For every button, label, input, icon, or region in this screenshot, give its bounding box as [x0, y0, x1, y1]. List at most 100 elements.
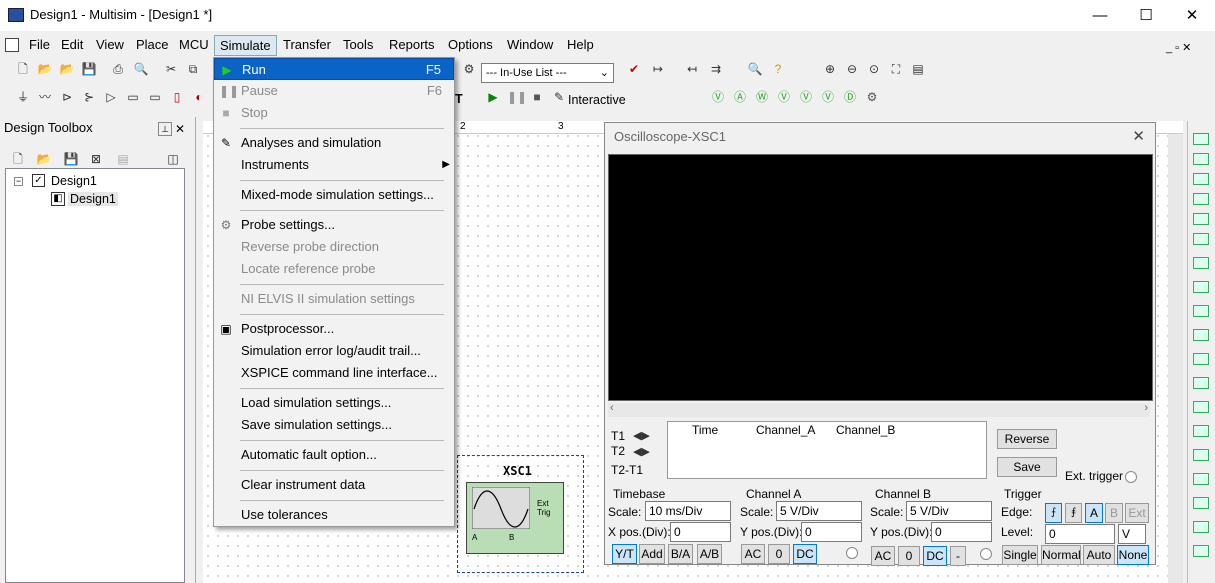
function-generator-icon[interactable] [1193, 153, 1209, 165]
menu-xspice[interactable]: XSPICE command line interface... [214, 362, 454, 384]
trigger-level-input[interactable]: 0 [1045, 524, 1115, 544]
back-annotate-icon[interactable]: ↤ [684, 61, 700, 77]
cmos-icon[interactable]: ▭ [147, 89, 163, 105]
probe-vi-icon[interactable]: Ⓥ [798, 89, 814, 105]
trigger-level-unit[interactable]: V [1118, 524, 1146, 544]
wattmeter-icon[interactable] [1193, 173, 1209, 185]
full-screen-icon[interactable]: ▤ [910, 61, 926, 77]
menu-use-tolerances[interactable]: Use tolerances [214, 504, 454, 526]
menu-error-log[interactable]: Simulation error log/audit trail... [214, 340, 454, 362]
menu-simulate[interactable]: Simulate [214, 35, 277, 56]
menu-ni-elvis[interactable]: NI ELVIS II simulation settings [214, 288, 454, 310]
probe-ref-icon[interactable]: Ⓥ [820, 89, 836, 105]
probe-diff-icon[interactable]: Ⓥ [776, 89, 792, 105]
basic-icon[interactable]: 〰 [37, 89, 53, 105]
reverse-button[interactable]: Reverse [997, 429, 1057, 449]
maximize-button[interactable]: ☐ [1123, 0, 1169, 31]
trigger-a-button[interactable]: A [1085, 503, 1103, 523]
zoom-area-icon[interactable]: ⊙ [866, 61, 882, 77]
forward-annotate-icon[interactable]: ↦ [650, 61, 666, 77]
menu-help[interactable]: Help [567, 37, 594, 52]
in-use-list-dropdown[interactable]: --- In-Use List --- ⌄ [481, 63, 614, 83]
probe-current-icon[interactable]: Ⓐ [732, 89, 748, 105]
scope-hscroll[interactable]: ‹ › [608, 402, 1150, 417]
channel-a-ac-button[interactable]: AC [741, 544, 765, 564]
none-button[interactable]: None [1117, 545, 1149, 565]
menu-tools[interactable]: Tools [343, 37, 373, 52]
channel-b-zero-button[interactable]: 0 [898, 546, 920, 566]
save-button[interactable]: Save [997, 457, 1057, 477]
menu-analyses[interactable]: ✎ Analyses and simulation [214, 132, 454, 154]
oscilloscope-close-icon[interactable]: ✕ [1132, 127, 1145, 145]
menu-mixed-mode[interactable]: Mixed-mode simulation settings... [214, 184, 454, 206]
channel-a-terminal[interactable] [846, 547, 858, 559]
channel-b-ac-button[interactable]: AC [871, 546, 895, 566]
network-analyzer-icon[interactable] [1193, 425, 1209, 437]
menu-run[interactable]: ▶ Run F5 [214, 58, 454, 80]
menu-file[interactable]: File [29, 37, 50, 52]
toolbox-close-icon[interactable]: ✕ [175, 122, 185, 136]
yt-button[interactable]: Y/T [612, 544, 637, 564]
agilent-generator-icon[interactable] [1193, 449, 1209, 461]
menu-place[interactable]: Place [136, 37, 169, 52]
channel-a-ypos-input[interactable]: 0 [801, 522, 862, 542]
menu-transfer[interactable]: Transfer [283, 37, 331, 52]
mixed-icon[interactable]: ◐ [191, 89, 207, 105]
stop-icon[interactable]: ■ [529, 89, 545, 105]
scroll-left-icon[interactable]: ‹ [610, 402, 614, 414]
logic-converter-icon[interactable] [1193, 305, 1209, 317]
pin-icon[interactable]: ⊥ [158, 122, 172, 136]
frequency-counter-icon[interactable] [1193, 257, 1209, 269]
find-icon[interactable]: 🔍 [747, 61, 763, 77]
run-icon[interactable]: ▶ [485, 89, 501, 105]
menu-mcu[interactable]: MCU [179, 37, 209, 52]
single-button[interactable]: Single [1002, 545, 1038, 565]
menu-edit[interactable]: Edit [61, 37, 83, 52]
zoom-out-icon[interactable]: ⊖ [844, 61, 860, 77]
timebase-scale-input[interactable]: 10 ms/Div [645, 501, 731, 521]
auto-button[interactable]: Auto [1083, 545, 1115, 565]
probe-settings-icon[interactable]: ⚙ [864, 89, 880, 105]
menu-save-settings[interactable]: Save simulation settings... [214, 414, 454, 436]
open-icon[interactable]: 📂 [37, 61, 53, 77]
new-icon[interactable]: 🗋 [15, 61, 31, 77]
agilent-multimeter-icon[interactable] [1193, 473, 1209, 485]
open-design-icon[interactable]: 📂 [36, 151, 52, 167]
oscilloscope-symbol[interactable]: Ext Trig A B [466, 482, 564, 554]
cut-icon[interactable]: ✂ [163, 61, 179, 77]
copy-icon[interactable]: ⧉ [185, 61, 201, 77]
ttl-icon[interactable]: ▭ [125, 89, 141, 105]
menu-instruments[interactable]: Instruments ▶ [214, 154, 454, 176]
menu-load-settings[interactable]: Load simulation settings... [214, 392, 454, 414]
current-probe-icon[interactable] [1193, 545, 1209, 557]
four-channel-scope-icon[interactable] [1193, 213, 1209, 225]
menu-window[interactable]: Window [507, 37, 553, 52]
menu-fault-option[interactable]: Automatic fault option... [214, 444, 454, 466]
collapse-icon[interactable]: − [14, 177, 23, 186]
close-button[interactable]: ✕ [1169, 0, 1215, 31]
menu-reverse-probe[interactable]: Reverse probe direction [214, 236, 454, 258]
menu-stop[interactable]: ■ Stop [214, 102, 454, 124]
menu-reports[interactable]: Reports [389, 37, 435, 52]
spectrum-analyzer-icon[interactable] [1193, 401, 1209, 413]
print-icon[interactable]: ⎙ [110, 61, 126, 77]
distortion-analyzer-icon[interactable] [1193, 377, 1209, 389]
analog-icon[interactable]: ▷ [103, 89, 119, 105]
normal-button[interactable]: Normal [1041, 545, 1081, 565]
logic-analyzer-icon[interactable] [1193, 329, 1209, 341]
probe-digital-icon[interactable]: Ⓓ [842, 89, 858, 105]
menu-options[interactable]: Options [448, 37, 493, 52]
channel-a-dc-button[interactable]: DC [793, 544, 817, 564]
menu-pause[interactable]: ❚❚ Pause F6 [214, 80, 454, 102]
tree-root-label[interactable]: Design1 [51, 174, 97, 188]
trigger-ext-button[interactable]: Ext [1125, 503, 1149, 523]
probe-icon[interactable]: ✎ [551, 89, 567, 105]
channel-b-scale-input[interactable]: 5 V/Div [906, 501, 992, 521]
menu-postprocessor[interactable]: ▣ Postprocessor... [214, 318, 454, 340]
labview-icon[interactable] [1193, 521, 1209, 533]
scroll-right-icon[interactable]: › [1144, 402, 1148, 414]
delete-design-icon[interactable]: ▤ [115, 151, 131, 167]
transfer-icon[interactable]: ⇉ [708, 61, 724, 77]
zoom-in-icon[interactable]: ⊕ [822, 61, 838, 77]
menu-clear-instrument-data[interactable]: Clear instrument data [214, 474, 454, 496]
